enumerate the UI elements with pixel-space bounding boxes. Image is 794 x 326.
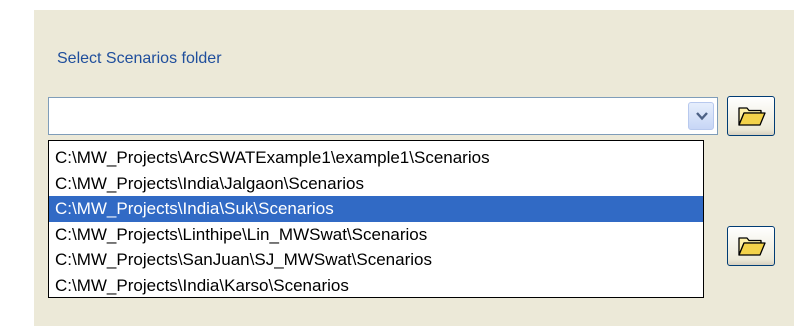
open-folder-icon [738, 237, 766, 256]
browse-folder-button-2[interactable] [727, 226, 775, 266]
scenarios-dropdown-list[interactable]: C:\MW_Projects\ArcSWATExample1\example1\… [48, 140, 704, 298]
dropdown-option-suk[interactable]: C:\MW_Projects\India\Suk\Scenarios [49, 196, 703, 222]
scenarios-folder-label: Select Scenarios folder [57, 50, 222, 67]
open-folder-icon [738, 107, 766, 126]
combobox-dropdown-button[interactable] [688, 102, 714, 130]
dropdown-option-karso[interactable]: C:\MW_Projects\India\Karso\Scenarios [49, 273, 703, 299]
scenarios-folder-combobox[interactable] [48, 97, 718, 135]
dropdown-option-arcswatexample1[interactable]: C:\MW_Projects\ArcSWATExample1\example1\… [49, 145, 703, 171]
dropdown-option-linthipe[interactable]: C:\MW_Projects\Linthipe\Lin_MWSwat\Scena… [49, 222, 703, 248]
dropdown-option-jalgaon[interactable]: C:\MW_Projects\India\Jalgaon\Scenarios [49, 171, 703, 197]
browse-scenarios-folder-button[interactable] [727, 96, 775, 136]
chevron-down-icon [696, 112, 708, 121]
dropdown-option-sanjuan[interactable]: C:\MW_Projects\SanJuan\SJ_MWSwat\Scenari… [49, 247, 703, 273]
